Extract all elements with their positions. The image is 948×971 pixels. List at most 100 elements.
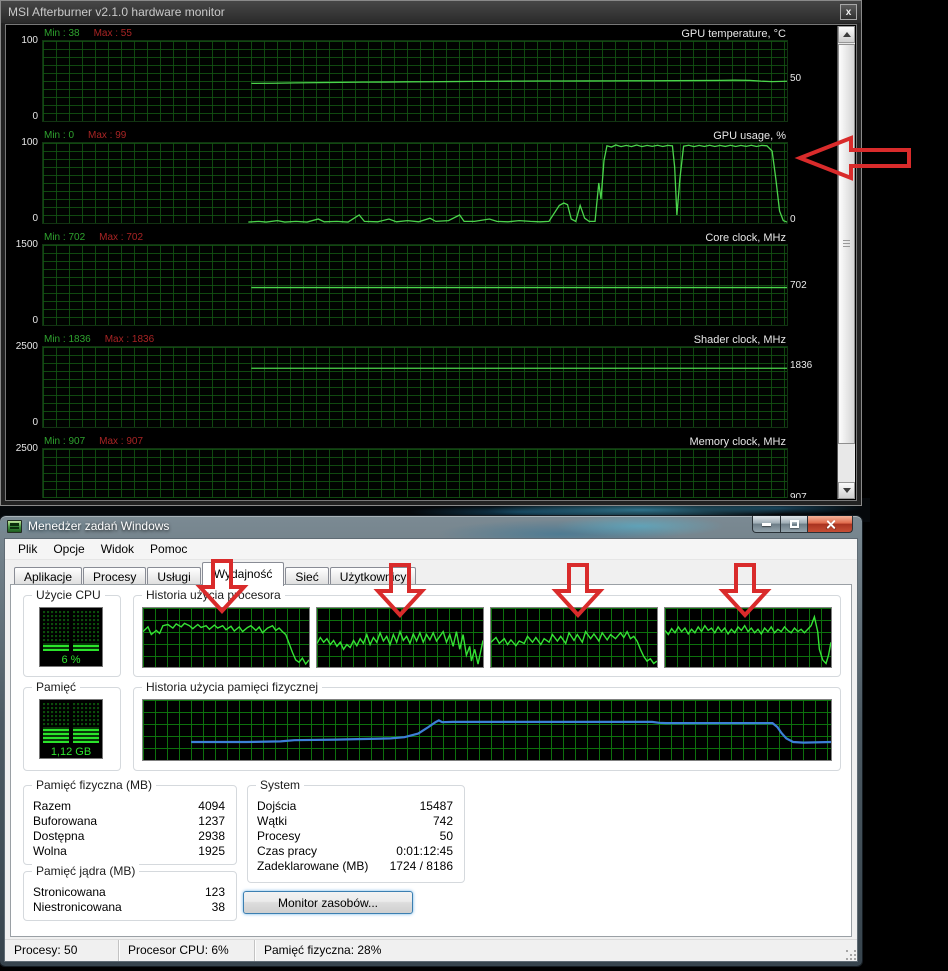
min-value: Min : 907 xyxy=(44,436,86,447)
msi-scrollbar[interactable] xyxy=(837,26,855,499)
minimize-icon xyxy=(762,522,771,526)
stat-row: Buforowana 1237 xyxy=(33,814,225,829)
maximize-icon xyxy=(789,520,799,528)
stat-row: Czas pracy 0:01:12:45 xyxy=(257,844,453,859)
msi-plot xyxy=(42,244,788,326)
arrow-down-icon xyxy=(842,488,851,493)
stat-value: 2938 xyxy=(198,829,225,843)
y-axis-max: 1500 xyxy=(15,239,38,250)
stat-row: Stronicowana 123 xyxy=(33,885,225,900)
y-axis-min: 0 xyxy=(32,111,38,122)
stat-row: Wolna 1925 xyxy=(33,844,225,859)
menu-opcje[interactable]: Opcje xyxy=(45,539,92,559)
stat-row: Wątki 742 xyxy=(257,814,453,829)
current-value: 0 xyxy=(790,214,796,226)
meter-column xyxy=(43,611,69,651)
msi-plot xyxy=(42,40,788,122)
stat-row: Procesy 50 xyxy=(257,829,453,844)
msi-minmax: Min : 0 Max : 99 xyxy=(44,130,126,141)
stat-label: Procesy xyxy=(257,829,301,843)
msi-panel-title: GPU usage, % xyxy=(713,130,786,142)
stat-label: Dojścia xyxy=(257,799,297,813)
scroll-down-button[interactable] xyxy=(838,482,855,499)
menu-pomoc[interactable]: Pomoc xyxy=(142,539,195,559)
meter-column xyxy=(73,703,99,743)
status-cell-2: Pamięć fizyczna: 28% xyxy=(264,943,382,957)
cpu-usage-label: Użycie CPU xyxy=(32,588,105,602)
msi-afterburner-window: MSI Afterburner v2.1.0 hardware monitor … xyxy=(0,0,862,506)
max-value: Max : 702 xyxy=(99,232,144,243)
memory-value: 1,12 GB xyxy=(50,746,92,758)
stat-value: 4094 xyxy=(198,799,225,813)
cpu-usage-value: 6 % xyxy=(61,654,81,666)
stat-label: Niestronicowana xyxy=(33,900,122,914)
cpu-core-graphs xyxy=(142,607,832,668)
msi-panel-2: Min : 702 Max : 702 Core clock, MHz 1500 0 70… xyxy=(8,231,838,333)
msi-panel-4: Min : 907Max : 907Memory clock, MHz25000… xyxy=(8,435,838,498)
stat-label: Wątki xyxy=(257,814,287,828)
memory-meter: 1,12 GB xyxy=(39,699,103,759)
tab-strip: Aplikacje Procesy Usługi Wydajność Sieć Użytk… xyxy=(5,562,857,586)
current-value: 907 xyxy=(790,491,807,498)
y-axis-max: 2500 xyxy=(15,443,38,454)
stat-value: 1925 xyxy=(198,844,225,858)
y-axis-min: 0 xyxy=(32,213,38,224)
resource-monitor-button[interactable]: Monitor zasobów... xyxy=(243,891,413,914)
menu-widok[interactable]: Widok xyxy=(93,539,142,559)
resize-grip-icon[interactable] xyxy=(846,950,858,962)
stat-value: 1724 / 8186 xyxy=(389,859,453,873)
y-axis-max: 100 xyxy=(21,137,38,148)
cpu-core-graph-3 xyxy=(490,607,658,668)
min-value: Min : 702 xyxy=(44,232,86,243)
tab-wydajność[interactable]: Wydajność xyxy=(201,562,285,586)
scroll-up-button[interactable] xyxy=(838,26,855,43)
task-manager-icon xyxy=(7,520,22,533)
physical-memory-group: Pamięć fizyczna (MB) Razem 4094 Buforowana… xyxy=(23,778,237,865)
task-manager-window: Menedżer zadań Windows Plik Opcje Widok Pom… xyxy=(0,516,862,966)
stat-value: 123 xyxy=(204,885,225,899)
cpu-core-graph-1 xyxy=(142,607,310,668)
msi-titlebar[interactable]: MSI Afterburner v2.1.0 hardware monitor … xyxy=(1,1,861,23)
status-cell-1: Procesor CPU: 6% xyxy=(119,940,255,961)
stat-value: 15487 xyxy=(419,799,453,813)
minimize-button[interactable] xyxy=(752,516,781,533)
msi-plot xyxy=(42,346,788,428)
msi-plot xyxy=(42,448,788,498)
stat-value: 1237 xyxy=(198,814,225,828)
cpu-usage-meter: 6 % xyxy=(39,607,103,667)
stat-row: Dojścia 15487 xyxy=(257,799,453,814)
y-axis-max: 100 xyxy=(21,35,38,46)
memory-history-graph xyxy=(142,699,832,761)
msi-minmax: Min : 907 Max : 907 xyxy=(44,436,143,447)
close-button[interactable] xyxy=(808,516,853,533)
system-label: System xyxy=(256,778,305,792)
stat-value: 50 xyxy=(439,829,453,843)
meter-column xyxy=(73,611,99,651)
status-bar: Procesy: 50 Procesor CPU: 6% Pamięć fizycz… xyxy=(5,939,857,961)
stat-label: Buforowana xyxy=(33,814,98,828)
kernel-memory-rows: Stronicowana 123 Niestronicowana 38 xyxy=(33,885,225,915)
current-value: 1836 xyxy=(790,360,813,372)
current-value: 50 xyxy=(790,73,802,84)
msi-close-button[interactable]: x xyxy=(840,4,857,20)
stat-row: Dostępna 2938 xyxy=(33,829,225,844)
taskmgr-titlebar[interactable]: Menedżer zadań Windows xyxy=(0,516,862,538)
msi-panel-1: Min : 0 Max : 99 GPU usage, % 100 0 0 xyxy=(8,129,838,231)
max-value: Max : 907 xyxy=(99,436,144,447)
arrow-up-icon xyxy=(842,32,851,37)
stat-row: Zadeklarowane (MB) 1724 / 8186 xyxy=(257,859,453,874)
min-value: Min : 38 xyxy=(44,28,80,39)
maximize-button[interactable] xyxy=(781,516,808,533)
msi-window-title: MSI Afterburner v2.1.0 hardware monitor xyxy=(8,5,225,19)
scrollbar-thumb[interactable] xyxy=(838,44,855,444)
menu-plik[interactable]: Plik xyxy=(10,539,45,559)
msi-panel-title: GPU temperature, °C xyxy=(681,28,786,40)
msi-minmax: Min : 702 Max : 702 xyxy=(44,232,143,243)
stat-label: Razem xyxy=(33,799,72,813)
msi-monitor-body: Min : 38 Max : 55 GPU temperature, °C 100 0 5… xyxy=(5,24,857,501)
cpu-usage-group: Użycie CPU 6 % xyxy=(23,588,121,677)
kernel-memory-label: Pamięć jądra (MB) xyxy=(32,864,140,878)
status-cell-0: Procesy: 50 xyxy=(5,940,119,961)
screenshot-stage: MSI Afterburner v2.1.0 hardware monitor … xyxy=(0,0,948,971)
cpu-core-graph-2 xyxy=(316,607,484,668)
